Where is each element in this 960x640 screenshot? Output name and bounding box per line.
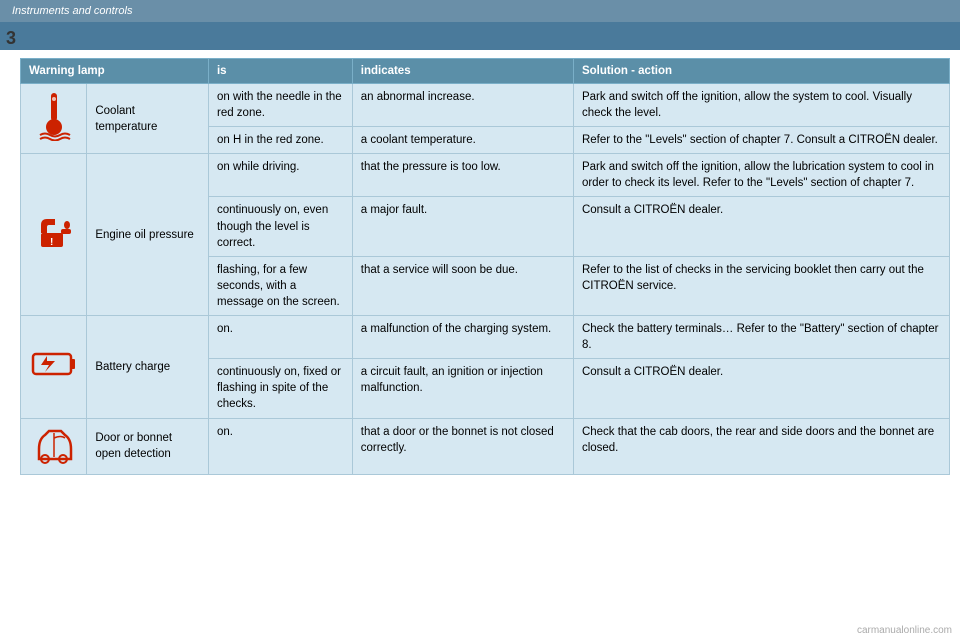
oil-is-2: continuously on, even though the level i…	[208, 197, 352, 256]
door-label: Door or bonnet open detection	[87, 418, 209, 474]
oil-indicates-1: that the pressure is too low.	[352, 154, 573, 197]
table-header-row: Warning lamp is indicates Solution - act…	[21, 59, 950, 84]
chapter-number: 3	[6, 28, 16, 49]
table-row: Coolant temperature on with the needle i…	[21, 84, 950, 127]
oil-pressure-icon: !	[33, 211, 75, 253]
col-solution: Solution - action	[573, 59, 949, 84]
door-indicates: that a door or the bonnet is not closed …	[352, 418, 573, 474]
battery-indicates-1: a malfunction of the charging system.	[352, 316, 573, 359]
battery-indicates-2: a circuit fault, an ignition or injectio…	[352, 359, 573, 418]
coolant-indicates-2: a coolant temperature.	[352, 127, 573, 154]
coolant-label: Coolant temperature	[87, 84, 209, 154]
top-bar-text: Instruments and controls	[12, 5, 132, 17]
coolant-icon-cell	[21, 84, 87, 154]
col-is: is	[208, 59, 352, 84]
page-wrapper: Instruments and controls 3 Warning lamp …	[0, 0, 960, 640]
svg-text:!: !	[50, 237, 53, 248]
table-row: Door or bonnet open detection on. that a…	[21, 418, 950, 474]
battery-solution-2: Consult a CITROËN dealer.	[573, 359, 949, 418]
col-indicates: indicates	[352, 59, 573, 84]
door-is: on.	[208, 418, 352, 474]
door-solution: Check that the cab doors, the rear and s…	[573, 418, 949, 474]
table-row: ! Engine oil pressure on while driving. …	[21, 154, 950, 197]
coolant-is-1: on with the needle in the red zone.	[208, 84, 352, 127]
oil-solution-1: Park and switch off the ignition, allow …	[573, 154, 949, 197]
oil-icon-cell: !	[21, 154, 87, 316]
col-warning-lamp: Warning lamp	[21, 59, 209, 84]
thermometer-icon	[36, 91, 72, 141]
battery-is-2: continuously on, fixed or flashing in sp…	[208, 359, 352, 418]
content-area: Warning lamp is indicates Solution - act…	[20, 58, 950, 475]
section-header-bar	[0, 22, 960, 50]
coolant-is-2: on H in the red zone.	[208, 127, 352, 154]
coolant-solution-1: Park and switch off the ignition, allow …	[573, 84, 949, 127]
oil-is-1: on while driving.	[208, 154, 352, 197]
battery-is-1: on.	[208, 316, 352, 359]
battery-icon	[31, 348, 77, 380]
oil-label: Engine oil pressure	[87, 154, 209, 316]
oil-indicates-2: a major fault.	[352, 197, 573, 256]
oil-indicates-3: that a service will soon be due.	[352, 256, 573, 315]
battery-icon-cell	[21, 316, 87, 418]
battery-solution-1: Check the battery terminals… Refer to th…	[573, 316, 949, 359]
watermark: carmanualonline.com	[857, 625, 952, 636]
coolant-indicates-1: an abnormal increase.	[352, 84, 573, 127]
door-icon	[35, 423, 73, 465]
oil-solution-2: Consult a CITROËN dealer.	[573, 197, 949, 256]
oil-solution-3: Refer to the list of checks in the servi…	[573, 256, 949, 315]
warning-lamp-table: Warning lamp is indicates Solution - act…	[20, 58, 950, 475]
coolant-solution-2: Refer to the "Levels" section of chapter…	[573, 127, 949, 154]
table-row: Battery charge on. a malfunction of the …	[21, 316, 950, 359]
oil-is-3: flashing, for a few seconds, with a mess…	[208, 256, 352, 315]
battery-label: Battery charge	[87, 316, 209, 418]
door-icon-cell	[21, 418, 87, 474]
top-bar: Instruments and controls	[0, 0, 960, 22]
